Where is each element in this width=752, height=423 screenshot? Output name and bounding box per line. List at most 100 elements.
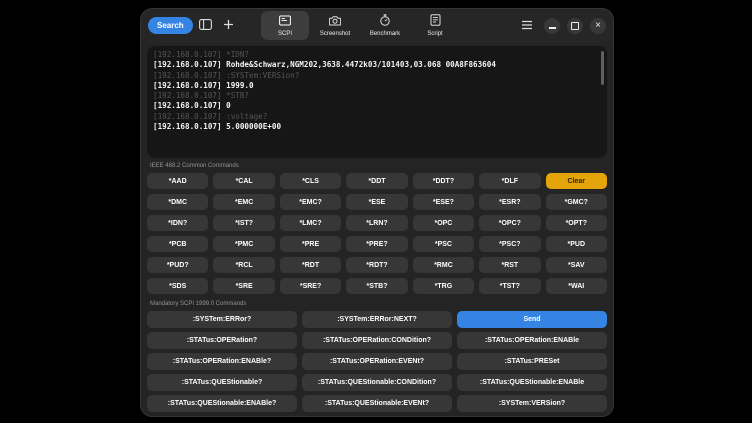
command-button[interactable]: *LMC? <box>280 215 341 231</box>
command-button[interactable]: *RCL <box>213 257 274 273</box>
command-button[interactable]: *STB? <box>346 278 407 294</box>
command-button[interactable]: *PUD? <box>147 257 208 273</box>
minimize-icon <box>549 27 556 29</box>
maximize-button[interactable] <box>567 18 583 34</box>
command-button[interactable]: *RDT <box>280 257 341 273</box>
command-button[interactable]: *PRE? <box>346 236 407 252</box>
console-line: [192.168.0.107] :voltage? <box>153 112 601 122</box>
terminal-icon <box>279 14 291 29</box>
clear-button[interactable]: Clear <box>546 173 607 189</box>
command-button[interactable]: *ESE? <box>413 194 474 210</box>
command-button[interactable]: *PRE <box>280 236 341 252</box>
command-button[interactable]: :SYSTem:VERSion? <box>457 395 607 412</box>
command-button[interactable]: :STATus:QUEStionable? <box>147 374 297 391</box>
command-button[interactable]: *SDS <box>147 278 208 294</box>
tab-screenshot[interactable]: Screenshot <box>311 11 359 40</box>
command-button[interactable]: *RDT? <box>346 257 407 273</box>
sidebar-toggle-icon <box>199 18 212 33</box>
command-button[interactable]: *IDN? <box>147 215 208 231</box>
command-button[interactable]: *PUD <box>546 236 607 252</box>
command-button[interactable]: *GMC? <box>546 194 607 210</box>
console-line: [192.168.0.107] *IDN? <box>153 50 601 60</box>
menu-button[interactable] <box>517 16 537 36</box>
hamburger-icon <box>521 18 533 33</box>
command-button[interactable]: *ESE <box>346 194 407 210</box>
command-button[interactable]: :STATus:QUEStionable:ENABle <box>457 374 607 391</box>
console-lines: [192.168.0.107] *IDN? [192.168.0.107] Ro… <box>153 50 601 132</box>
tab-label: Screenshot <box>320 31 350 37</box>
command-button[interactable]: *IST? <box>213 215 274 231</box>
section-title-scpi: Mandatory SCPI 1999.0 Commands <box>150 301 604 308</box>
command-button[interactable]: *DLF <box>479 173 540 189</box>
camera-icon <box>329 14 341 29</box>
command-button[interactable]: *LRN? <box>346 215 407 231</box>
command-button[interactable]: :STATus:OPERation? <box>147 332 297 349</box>
stopwatch-icon <box>379 14 391 29</box>
command-button[interactable]: *PSC <box>413 236 474 252</box>
command-button[interactable]: :STATus:OPERation:ENABle <box>457 332 607 349</box>
command-button[interactable]: *PSC? <box>479 236 540 252</box>
command-button[interactable]: *OPC? <box>479 215 540 231</box>
tab-benchmark[interactable]: Benchmark <box>361 11 409 40</box>
command-button[interactable]: *DDT? <box>413 173 474 189</box>
console-line: [192.168.0.107] 5.000000E+00 <box>153 122 601 132</box>
command-button[interactable]: :STATus:QUEStionable:EVENt? <box>302 395 452 412</box>
console-line: [192.168.0.107] *STB? <box>153 91 601 101</box>
command-button[interactable]: *DMC <box>147 194 208 210</box>
command-button[interactable]: *WAI <box>546 278 607 294</box>
console-line: [192.168.0.107] 1999.0 <box>153 81 601 91</box>
console-output[interactable]: [192.168.0.107] *IDN? [192.168.0.107] Ro… <box>147 46 607 158</box>
tab-label: SCPI <box>278 31 292 37</box>
command-button[interactable]: *SAV <box>546 257 607 273</box>
plus-icon <box>223 18 234 33</box>
close-button[interactable]: × <box>590 18 606 34</box>
command-button[interactable]: *DDT <box>346 173 407 189</box>
command-button[interactable]: *OPT? <box>546 215 607 231</box>
command-button[interactable]: :STATus:OPERation:CONDition? <box>302 332 452 349</box>
command-button[interactable]: *EMC? <box>280 194 341 210</box>
console-line: [192.168.0.107] :SYSTem:VERSion? <box>153 71 601 81</box>
command-button[interactable]: *RMC <box>413 257 474 273</box>
app-window: Search SCPI Screenshot <box>140 8 614 417</box>
command-button[interactable]: *RST <box>479 257 540 273</box>
console-line: [192.168.0.107] Rohde&Schwarz,NGM202,363… <box>153 60 601 70</box>
command-button[interactable]: :SYSTem:ERRor? <box>147 311 297 328</box>
console-line: [192.168.0.107] 0 <box>153 101 601 111</box>
tab-script[interactable]: Script <box>411 11 459 40</box>
tab-strip: SCPI Screenshot Benchmark Script <box>261 11 459 40</box>
command-button[interactable]: *TRG <box>413 278 474 294</box>
command-button[interactable]: *SRE <box>213 278 274 294</box>
command-button[interactable]: *CAL <box>213 173 274 189</box>
console-scrollbar[interactable] <box>601 51 604 85</box>
maximize-icon <box>571 22 579 30</box>
command-button[interactable]: :STATus:QUEStionable:ENABle? <box>147 395 297 412</box>
new-tab-button[interactable] <box>219 16 239 36</box>
close-icon: × <box>595 21 601 31</box>
command-button[interactable]: :STATus:OPERation:EVENt? <box>302 353 452 370</box>
command-button[interactable]: *CLS <box>280 173 341 189</box>
section-title-ieee: IEEE 488.2 Common Commands <box>150 163 604 170</box>
window-controls: × <box>517 16 606 36</box>
command-button[interactable]: *AAD <box>147 173 208 189</box>
script-icon <box>430 14 441 29</box>
tab-label: Script <box>427 31 442 37</box>
minimize-button[interactable] <box>544 18 560 34</box>
command-button[interactable]: :STATus:OPERation:ENABle? <box>147 353 297 370</box>
command-button[interactable]: *EMC <box>213 194 274 210</box>
command-button[interactable]: *PMC <box>213 236 274 252</box>
sidebar-toggle-button[interactable] <box>196 16 216 36</box>
header-bar: Search SCPI Screenshot <box>141 9 613 42</box>
search-button[interactable]: Search <box>148 17 193 34</box>
command-button[interactable]: :STATus:PRESet <box>457 353 607 370</box>
command-button[interactable]: :SYSTem:ERRor:NEXT? <box>302 311 452 328</box>
send-button[interactable]: Send <box>457 311 607 328</box>
command-button[interactable]: *SRE? <box>280 278 341 294</box>
command-button[interactable]: :STATus:QUEStionable:CONDition? <box>302 374 452 391</box>
command-button[interactable]: *PCB <box>147 236 208 252</box>
command-button[interactable]: *ESR? <box>479 194 540 210</box>
tab-scpi[interactable]: SCPI <box>261 11 309 40</box>
command-button[interactable]: *OPC <box>413 215 474 231</box>
scpi-command-grid: :SYSTem:ERRor? :SYSTem:ERRor:NEXT? Send … <box>147 311 607 412</box>
command-button[interactable]: *TST? <box>479 278 540 294</box>
ieee-command-grid: *AAD *CAL *CLS *DDT *DDT? *DLF Clear *DM… <box>147 173 607 294</box>
